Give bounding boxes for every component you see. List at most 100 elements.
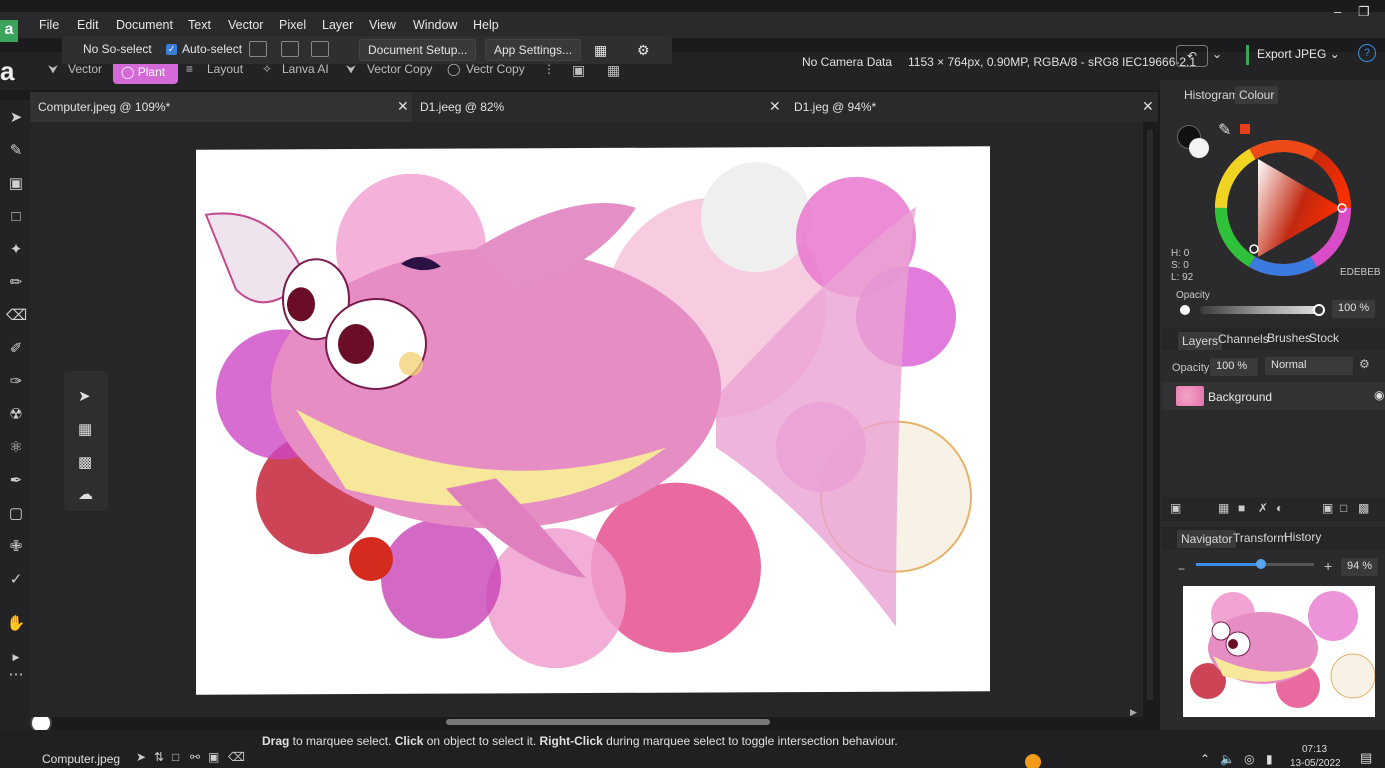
tab-stock[interactable]: Stock	[1309, 331, 1339, 345]
hex-value[interactable]: EDEBEB	[1340, 267, 1381, 278]
hand-tool-icon[interactable]: ✋	[6, 614, 26, 634]
speaker-icon[interactable]: 🔈	[1220, 752, 1235, 766]
document-setup-button[interactable]: Document Setup...	[359, 39, 477, 61]
snapping-icon[interactable]: ▣	[572, 62, 585, 79]
menu-edit[interactable]: Edit	[77, 18, 99, 32]
help-icon[interactable]: ?	[1358, 44, 1376, 62]
horizontal-scrollbar[interactable]	[446, 719, 770, 725]
tab-transform[interactable]: Transform	[1233, 531, 1287, 545]
opacity-slider[interactable]	[1200, 306, 1320, 314]
undo-history-icon[interactable]: ↶	[1176, 45, 1208, 67]
chevron-down-icon[interactable]: ⌄	[1212, 47, 1222, 61]
menu-vector[interactable]: Vector	[228, 18, 263, 32]
tab-history[interactable]: History	[1284, 530, 1321, 544]
status-transform-icon[interactable]: ⇅	[154, 750, 164, 764]
select-arrow-icon[interactable]	[249, 41, 267, 57]
minimize-icon[interactable]: –	[1334, 4, 1341, 19]
menu-document[interactable]: Document	[116, 18, 173, 32]
crop-tool-icon[interactable]: ▣	[6, 174, 26, 194]
menu-layer[interactable]: Layer	[322, 18, 353, 32]
opacity-slider-knob[interactable]	[1313, 304, 1325, 316]
clock-date[interactable]: 13-05/2022	[1290, 758, 1341, 768]
taskbar-app-icon[interactable]	[1025, 754, 1041, 768]
export-jpeg-button[interactable]: Export JPEG ⌄	[1246, 45, 1344, 65]
tab-computer-jpeg[interactable]: Computer.jpeg @ 109%*	[30, 92, 412, 122]
layout-grid-icon[interactable]: ▦	[594, 42, 607, 59]
app-settings-button[interactable]: App Settings...	[485, 39, 582, 61]
dodge-tool-icon[interactable]: ✑	[6, 372, 26, 392]
menu-view[interactable]: View	[369, 18, 396, 32]
tab-layers[interactable]: Layers	[1178, 332, 1223, 350]
zoom-field[interactable]: 94 %	[1341, 558, 1379, 576]
colour-wheel[interactable]	[1214, 139, 1352, 277]
tab-histogram[interactable]: Histogram	[1184, 88, 1239, 102]
menu-window[interactable]: Window	[413, 18, 457, 32]
vertical-scrollbar[interactable]	[1147, 130, 1153, 700]
text-tool-icon[interactable]: ✙	[6, 537, 26, 557]
brush-tool-icon[interactable]: ✏	[6, 273, 26, 293]
no-select-option[interactable]: No So-select	[83, 42, 152, 56]
colour-chip[interactable]	[1240, 124, 1250, 134]
persona-vector[interactable]: Vector	[68, 62, 102, 76]
persona-canva-ai[interactable]: Lanva AI	[282, 62, 329, 76]
expand-icon[interactable]: ▶	[6, 647, 26, 667]
scroll-right-icon[interactable]: ▶	[1130, 707, 1137, 718]
gear-icon[interactable]: ⚙	[637, 42, 650, 59]
affinity-logo[interactable]: a	[0, 56, 26, 86]
rectangle-tool-icon[interactable]: ▢	[6, 504, 26, 524]
pixel-layer-icon[interactable]: ▩	[1358, 501, 1369, 515]
select-shape-icon[interactable]	[281, 41, 299, 57]
eyedropper-icon[interactable]: ✎	[1218, 120, 1231, 140]
tray-chevron-icon[interactable]: ⌃	[1200, 752, 1210, 766]
persona-vectr-copy[interactable]: Vectr Copy	[466, 62, 525, 76]
grid-icon[interactable]: ▦	[607, 62, 620, 79]
tab-colour[interactable]: Colour	[1235, 86, 1279, 104]
zoom-in-button[interactable]: +	[1324, 558, 1332, 574]
marquee-tool-icon[interactable]: □	[6, 207, 26, 227]
tab-navigator[interactable]: Navigator	[1177, 530, 1237, 548]
tab-d1-jeeg[interactable]: D1.jeeg @ 82%	[412, 92, 788, 122]
more-icon[interactable]: ⋯	[6, 665, 26, 685]
opacity-field[interactable]: 100 %	[1332, 300, 1376, 318]
layer-opacity-field[interactable]: 100 %	[1210, 358, 1258, 376]
adjustment-icon[interactable]: ■	[1238, 501, 1245, 515]
tab-channels[interactable]: Channels	[1218, 332, 1269, 346]
notification-icon[interactable]: ▤	[1360, 750, 1372, 766]
status-pointer-icon[interactable]: ➤	[136, 750, 146, 764]
status-copy-icon[interactable]: □	[172, 750, 179, 764]
layer-settings-icon[interactable]: ⚙	[1359, 357, 1370, 371]
pen-tool-icon[interactable]: ✒	[6, 471, 26, 491]
menu-pixel[interactable]: Pixel	[279, 18, 306, 32]
status-delete-icon[interactable]: ⌫	[228, 750, 245, 764]
battery-icon[interactable]: ▮	[1266, 752, 1273, 766]
gradient-tool-icon[interactable]: ✎	[6, 141, 26, 161]
navigator-preview[interactable]	[1183, 586, 1375, 717]
layout-icon[interactable]: ≡	[186, 62, 193, 76]
restore-icon[interactable]: ❐	[1358, 4, 1370, 20]
magic-wand-icon[interactable]: ✦	[6, 240, 26, 260]
auto-select-checkbox[interactable]: ✓	[166, 44, 177, 55]
mesh-grid-icon[interactable]: ▦	[78, 420, 92, 438]
clone-tool-icon[interactable]: ☢	[6, 405, 26, 425]
add-layer-icon[interactable]: ▣	[1322, 501, 1333, 515]
persona-vector-copy[interactable]: Vector Copy	[367, 62, 432, 76]
more-vertical-icon[interactable]: ⋮	[543, 62, 555, 76]
status-duplicate-icon[interactable]: ▣	[208, 750, 219, 764]
zoom-slider[interactable]	[1196, 559, 1314, 569]
warp-icon[interactable]: ☁	[78, 485, 93, 503]
eraser-tool-icon[interactable]: ⌫	[6, 306, 27, 326]
move-tool-icon[interactable]: ➤	[6, 108, 26, 128]
menu-text[interactable]: Text	[188, 18, 211, 32]
zoom-out-button[interactable]: −	[1178, 562, 1185, 576]
app-logo[interactable]: a	[0, 20, 18, 42]
vector-persona-icon[interactable]: ⮟	[48, 62, 58, 77]
colour-picker-handle[interactable]	[1249, 244, 1259, 254]
close-icon[interactable]: ✕	[769, 98, 781, 115]
persona-layout[interactable]: Layout	[207, 62, 243, 76]
tab-brushes[interactable]: Brushes	[1267, 331, 1311, 345]
vectr-copy-icon[interactable]: ◯	[447, 62, 460, 76]
status-link-icon[interactable]: ⚯	[190, 750, 200, 764]
live-filter-icon[interactable]: ✗	[1258, 501, 1268, 515]
menu-file[interactable]: File	[39, 18, 59, 32]
pointer-icon[interactable]: ➤	[78, 387, 91, 405]
